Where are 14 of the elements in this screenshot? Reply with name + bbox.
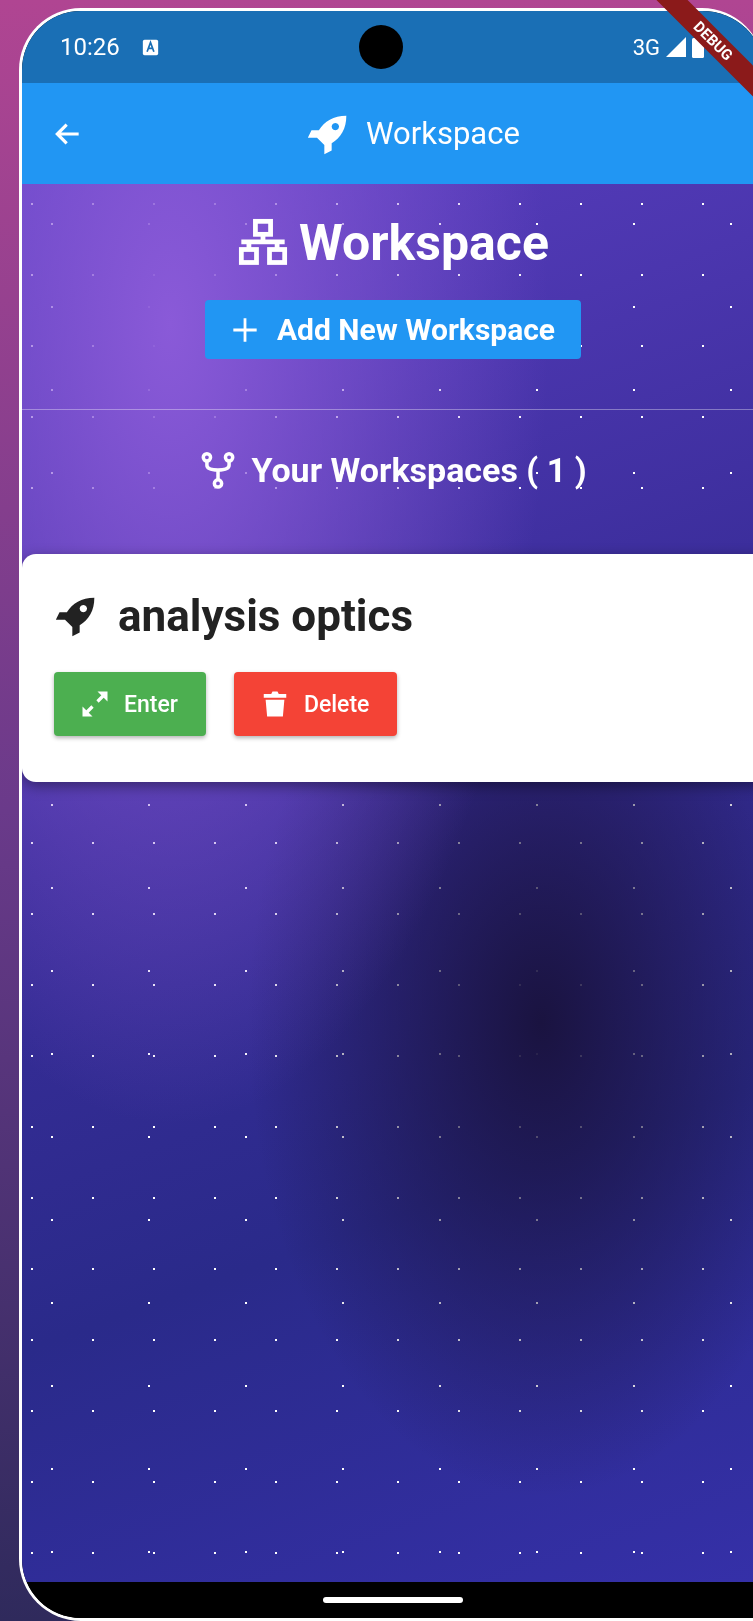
page-title: Workspace <box>299 214 549 272</box>
status-time: 10:26 <box>60 33 120 61</box>
camera-hole <box>358 25 403 69</box>
add-workspace-button[interactable]: Add New Workspace <box>204 300 582 359</box>
workspace-name: analysis optics <box>118 590 413 642</box>
enter-button[interactable]: Enter <box>54 672 206 736</box>
plus-icon <box>230 315 259 344</box>
app-bar-title: Workspace <box>366 115 520 152</box>
delete-button[interactable]: Delete <box>233 672 398 736</box>
signal-icon <box>666 37 686 57</box>
network-label: 3G <box>632 34 660 60</box>
notification-icon <box>141 38 159 56</box>
section-title: Your Workspaces ( 1 ) <box>251 450 587 490</box>
expand-arrows-icon <box>80 689 110 719</box>
